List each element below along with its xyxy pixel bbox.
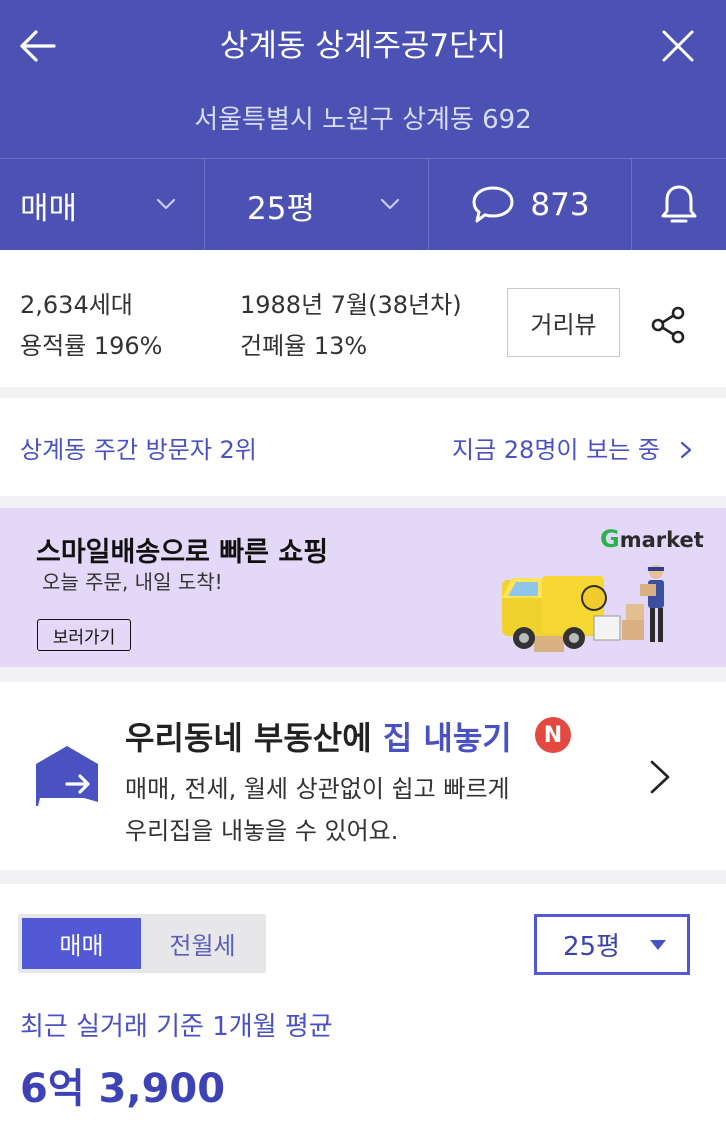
listing-description: 매매, 전세, 월세 상관없이 쉽고 빠르게 우리집을 내놓을 수 있어요. (125, 775, 510, 845)
speech-bubble-icon (472, 186, 514, 223)
comments-button[interactable]: 873 (429, 159, 632, 251)
tab-sale[interactable]: 매매 (22, 918, 141, 969)
ad-view-button[interactable]: 보러가기 (37, 619, 131, 651)
caret-down-icon (650, 940, 666, 950)
current-viewers-link[interactable]: 지금 28명이 보는 중 (452, 430, 694, 465)
share-icon[interactable] (648, 304, 690, 346)
page-title: 상계동 상계주공7단지 (219, 28, 507, 64)
delivery-truck-illustration (502, 565, 664, 652)
back-arrow-icon[interactable] (14, 24, 60, 68)
chevron-down-icon (380, 198, 400, 210)
listing-title-accent: 집 내놓기 (382, 719, 512, 757)
ad-banner[interactable]: 스마일배송으로 빠른 쇼핑 오늘 주문, 내일 도착! 보러가기 Gmarket (0, 508, 726, 667)
close-icon[interactable] (656, 24, 700, 68)
current-viewers-text: 지금 28명이 보는 중 (452, 436, 660, 464)
bell-icon (661, 185, 697, 223)
price-label: 최근 실거래 기준 1개월 평균 (20, 1012, 333, 1042)
chevron-right-icon[interactable] (648, 758, 672, 796)
size-dropdown[interactable]: 25평 (205, 159, 429, 251)
comment-count: 873 (530, 187, 590, 223)
building-coverage: 건폐율 13% (240, 332, 368, 360)
households: 2,634세대 (20, 291, 133, 319)
house-arrow-icon (36, 746, 98, 806)
gmarket-logo: Gmarket (600, 525, 704, 553)
trade-type-dropdown[interactable]: 매매 (0, 159, 205, 251)
street-view-button[interactable]: 거리뷰 (507, 288, 620, 357)
complex-info-card: 2,634세대 용적률 196% 1988년 7월(38년차) 건폐율 13% … (0, 250, 726, 387)
tab-lease[interactable]: 전월세 (143, 918, 262, 969)
trade-tabs: 매매 전월세 (18, 914, 266, 973)
listing-title: 우리동네 부동산에 집 내놓기 (125, 719, 512, 757)
notification-button[interactable] (632, 159, 726, 251)
built-year: 1988년 7월(38년차) (240, 291, 462, 319)
app-header: 상계동 상계주공7단지 서울특별시 노원구 상계동 692 매매 25평 873 (0, 0, 726, 251)
size-label: 25평 (247, 190, 315, 227)
size-select-value: 25평 (563, 932, 621, 962)
size-select[interactable]: 25평 (534, 914, 690, 975)
ad-subtitle: 오늘 주문, 내일 도착! (42, 570, 223, 594)
floor-area-ratio: 용적률 196% (20, 332, 163, 360)
new-badge: N (535, 717, 571, 753)
price-value: 6억 3,900 (20, 1066, 226, 1112)
weekly-visitor-rank: 상계동 주간 방문자 2위 (20, 436, 257, 464)
trade-type-label: 매매 (20, 190, 78, 227)
chevron-right-icon (680, 441, 691, 459)
visitor-bar[interactable]: 상계동 주간 방문자 2위 지금 28명이 보는 중 (0, 398, 726, 496)
address: 서울특별시 노원구 상계동 692 (194, 105, 532, 135)
chevron-down-icon (156, 198, 176, 210)
price-card: 매매 전월세 25평 최근 실거래 기준 1개월 평균 6억 3,900 (0, 884, 726, 1130)
filter-bar: 매매 25평 873 (0, 158, 726, 251)
ad-title: 스마일배송으로 빠른 쇼핑 (36, 537, 329, 568)
